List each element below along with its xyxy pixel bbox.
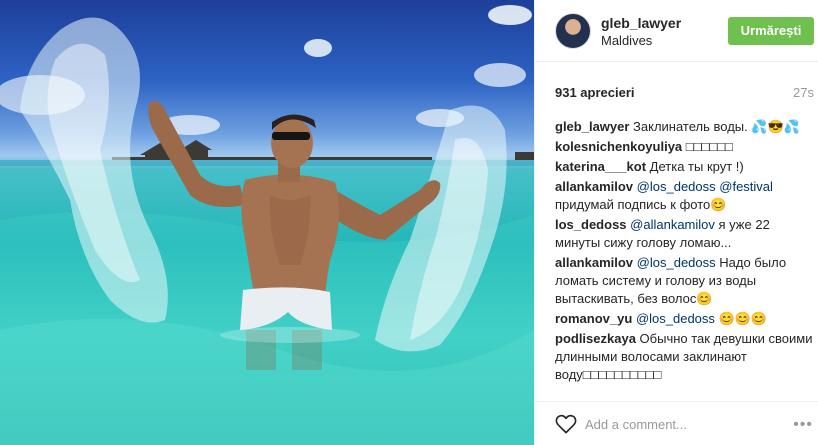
more-icon[interactable]: ••• — [793, 416, 813, 434]
mention-link[interactable]: @los_dedoss — [637, 179, 716, 194]
comment-username[interactable]: podlisezkaya — [555, 331, 636, 346]
comment-text: 😊😊😊 — [714, 311, 768, 326]
comment-item: allankamilov @los_dedoss Надо было ломат… — [555, 254, 817, 308]
comment-text: придумай подпись к фото😊 — [555, 197, 727, 212]
comment-text: Детка ты крут !) — [646, 159, 744, 174]
mention-link[interactable]: @los_dedoss — [637, 255, 716, 270]
comment-container: kolesnichenkoyuliya □□□□□□ katerina___kot… — [555, 138, 817, 384]
comment-username[interactable]: allankamilov — [555, 255, 633, 270]
post-sidebar: gleb_lawyer Maldives Urmărești 931 aprec… — [534, 0, 818, 445]
comment-item: los_dedoss @allankamilov я уже 22 минуты… — [555, 216, 817, 252]
comment-username[interactable]: los_dedoss — [555, 217, 627, 232]
mention-link[interactable]: @festival — [719, 179, 773, 194]
mention-link[interactable]: @los_dedoss — [636, 311, 715, 326]
caption-text: Заклинатель воды. 💦😎💦 — [629, 119, 800, 134]
comment-item: allankamilov @los_dedoss @festival приду… — [555, 178, 817, 214]
heart-icon[interactable] — [555, 414, 577, 434]
follow-button[interactable]: Urmărești — [728, 17, 814, 45]
comment-item: podlisezkaya Обычно так девушки своими д… — [555, 330, 817, 384]
comment-item: katerina___kot Детка ты крут !) — [555, 158, 817, 176]
caption: gleb_lawyer Заклинатель воды. 💦😎💦 — [555, 118, 817, 136]
mention-link[interactable]: @allankamilov — [630, 217, 715, 232]
photo-illustration — [0, 5, 534, 445]
comment-username[interactable]: romanov_yu — [555, 311, 632, 326]
add-comment-input[interactable] — [585, 414, 785, 434]
post-time: 27s — [793, 85, 814, 100]
comment-username[interactable]: kolesnichenkoyuliya — [555, 139, 682, 154]
comment-text: □□□□□□ — [682, 139, 733, 154]
caption-username[interactable]: gleb_lawyer — [555, 119, 629, 134]
likes-count[interactable]: 931 aprecieri — [555, 85, 635, 100]
comment-item: romanov_yu @los_dedoss 😊😊😊 — [555, 310, 817, 328]
post-header: gleb_lawyer Maldives Urmărești — [535, 0, 818, 62]
comments-list: gleb_lawyer Заклинатель воды. 💦😎💦 kolesn… — [555, 118, 817, 398]
comment-item: kolesnichenkoyuliya □□□□□□ — [555, 138, 817, 156]
comment-username[interactable]: allankamilov — [555, 179, 633, 194]
avatar[interactable] — [555, 13, 591, 49]
comment-bar: ••• — [535, 401, 818, 445]
location-link[interactable]: Maldives — [601, 33, 652, 48]
comment-username[interactable]: katerina___kot — [555, 159, 646, 174]
post-photo[interactable] — [0, 0, 534, 445]
username-link[interactable]: gleb_lawyer — [601, 15, 681, 31]
